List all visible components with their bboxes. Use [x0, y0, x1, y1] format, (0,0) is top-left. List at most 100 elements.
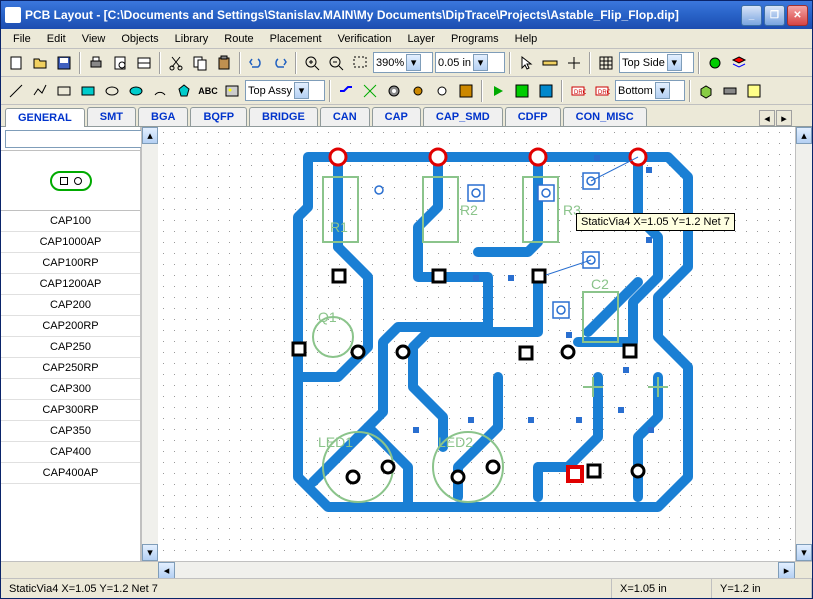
menu-layer[interactable]: Layer [399, 31, 443, 47]
poly-icon[interactable] [173, 80, 195, 102]
zoomwin-icon[interactable] [349, 52, 371, 74]
menu-library[interactable]: Library [167, 31, 217, 47]
component-icon[interactable] [719, 80, 741, 102]
image-icon[interactable] [221, 80, 243, 102]
list-item[interactable]: CAP200 [1, 295, 140, 316]
titleblock-icon[interactable] [133, 52, 155, 74]
menu-objects[interactable]: Objects [113, 31, 166, 47]
menu-file[interactable]: File [5, 31, 39, 47]
redo-icon[interactable] [269, 52, 291, 74]
scroll-up-icon[interactable]: ▴ [796, 127, 812, 144]
canvas-scroll-h[interactable]: ◂ ▸ [1, 561, 812, 578]
sidebar-scroll[interactable]: ▴ ▾ [141, 127, 158, 561]
assy-combo[interactable]: Top Assy▾ [245, 80, 325, 101]
drc2-icon[interactable]: DRC [591, 80, 613, 102]
scroll-down-icon[interactable]: ▾ [142, 544, 158, 561]
print-icon[interactable] [85, 52, 107, 74]
tab-general[interactable]: GENERAL [5, 108, 85, 127]
hole-icon[interactable] [431, 80, 453, 102]
open-icon[interactable] [29, 52, 51, 74]
tab-capsmd[interactable]: CAP_SMD [423, 107, 503, 126]
tab-bga[interactable]: BGA [138, 107, 188, 126]
menu-verification[interactable]: Verification [330, 31, 400, 47]
maximize-button[interactable]: ❐ [764, 5, 785, 26]
ruler-icon[interactable] [539, 52, 561, 74]
schematic-icon[interactable] [743, 80, 765, 102]
text-icon[interactable]: ABC [197, 80, 219, 102]
tab-smt[interactable]: SMT [87, 107, 136, 126]
scroll-left-icon[interactable]: ◂ [158, 562, 175, 579]
3d-icon[interactable] [695, 80, 717, 102]
rect-icon[interactable] [53, 80, 75, 102]
pad-icon[interactable] [383, 80, 405, 102]
origin-icon[interactable] [563, 52, 585, 74]
ellipse-icon[interactable] [101, 80, 123, 102]
menu-route[interactable]: Route [216, 31, 261, 47]
zoomout-icon[interactable] [325, 52, 347, 74]
cut-icon[interactable] [165, 52, 187, 74]
list-item[interactable]: CAP100RP [1, 253, 140, 274]
filled-rect-icon[interactable] [77, 80, 99, 102]
run-icon[interactable] [487, 80, 509, 102]
list-item[interactable]: CAP100 [1, 211, 140, 232]
list-item[interactable]: CAP250 [1, 337, 140, 358]
tab-prev-icon[interactable]: ◂ [759, 110, 775, 126]
layer-combo[interactable]: Bottom▾ [615, 80, 685, 101]
menu-placement[interactable]: Placement [262, 31, 330, 47]
list-item[interactable]: CAP1200AP [1, 274, 140, 295]
route-icon[interactable] [335, 80, 357, 102]
line-icon[interactable] [5, 80, 27, 102]
ratsnest-icon[interactable] [359, 80, 381, 102]
grid-icon[interactable] [595, 52, 617, 74]
list-item[interactable]: CAP400AP [1, 463, 140, 484]
new-icon[interactable] [5, 52, 27, 74]
scroll-down-icon[interactable]: ▾ [796, 544, 812, 561]
list-item[interactable]: CAP1000AP [1, 232, 140, 253]
menu-edit[interactable]: Edit [39, 31, 74, 47]
via-icon[interactable] [407, 80, 429, 102]
scroll-right-icon[interactable]: ▸ [778, 562, 795, 579]
arc-icon[interactable] [149, 80, 171, 102]
layers-icon[interactable] [728, 52, 750, 74]
grid-combo[interactable]: 0.05 in▾ [435, 52, 505, 73]
list-item[interactable]: CAP200RP [1, 316, 140, 337]
tab-bridge[interactable]: BRIDGE [249, 107, 318, 126]
canvas-scroll-v[interactable]: ▴ ▾ [795, 127, 812, 561]
drc-icon[interactable]: DRC [567, 80, 589, 102]
scroll-up-icon[interactable]: ▴ [142, 127, 158, 144]
tab-next-icon[interactable]: ▸ [776, 110, 792, 126]
pointer-icon[interactable] [515, 52, 537, 74]
list-item[interactable]: CAP250RP [1, 358, 140, 379]
tab-cap[interactable]: CAP [372, 107, 421, 126]
autoroute-icon[interactable] [511, 80, 533, 102]
svg-text:R1: R1 [330, 219, 348, 235]
tab-can[interactable]: CAN [320, 107, 370, 126]
list-item[interactable]: CAP300RP [1, 400, 140, 421]
undo-icon[interactable] [245, 52, 267, 74]
minimize-button[interactable]: _ [741, 5, 762, 26]
menu-programs[interactable]: Programs [443, 31, 507, 47]
list-item[interactable]: CAP300 [1, 379, 140, 400]
zoomin-icon[interactable] [301, 52, 323, 74]
menu-view[interactable]: View [74, 31, 114, 47]
tab-cdfp[interactable]: CDFP [505, 107, 561, 126]
copy-icon[interactable] [189, 52, 211, 74]
save-icon[interactable] [53, 52, 75, 74]
zoom-combo[interactable]: 390%▾ [373, 52, 433, 73]
filled-ellipse-icon[interactable] [125, 80, 147, 102]
component-list[interactable]: CAP100 CAP1000AP CAP100RP CAP1200AP CAP2… [1, 211, 140, 561]
list-item[interactable]: CAP400 [1, 442, 140, 463]
side-combo[interactable]: Top Side▾ [619, 52, 694, 73]
canvas[interactable]: R1 R2 R3 Q1 C2 LED1 LED2 [158, 127, 795, 561]
polyline-icon[interactable] [29, 80, 51, 102]
tab-bqfp[interactable]: BQFP [190, 107, 247, 126]
paste-icon[interactable] [213, 52, 235, 74]
unroute-icon[interactable] [535, 80, 557, 102]
copper-icon[interactable] [455, 80, 477, 102]
close-button[interactable]: ✕ [787, 5, 808, 26]
color-icon[interactable] [704, 52, 726, 74]
list-item[interactable]: CAP350 [1, 421, 140, 442]
tab-conmisc[interactable]: CON_MISC [563, 107, 647, 126]
preview-icon[interactable] [109, 52, 131, 74]
menu-help[interactable]: Help [507, 31, 546, 47]
